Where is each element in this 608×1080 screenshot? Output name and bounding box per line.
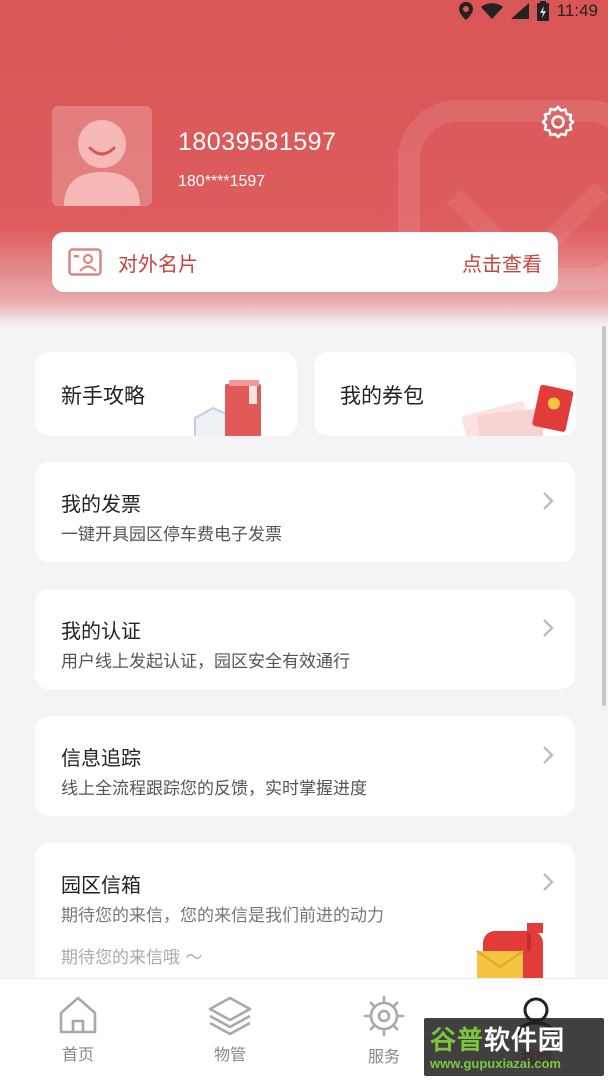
settings-gear-icon[interactable] [540, 104, 576, 140]
business-card-icon [68, 248, 102, 276]
row-subtitle: 线上全流程跟踪您的反馈，实时掌握进度 [61, 779, 367, 799]
certification-row[interactable]: 我的认证 用户线上发起认证，园区安全有效通行 [35, 589, 575, 689]
business-card-view-link[interactable]: 点击查看 [462, 248, 542, 277]
layers-icon [208, 996, 252, 1035]
service-icon [364, 996, 404, 1036]
chevron-right-icon [543, 873, 554, 891]
row-title: 信息追踪 [61, 746, 141, 770]
default-avatar-icon [64, 120, 140, 206]
battery-icon [536, 1, 549, 21]
row-title: 我的认证 [61, 619, 141, 643]
tab-home[interactable]: 首页 [38, 995, 118, 1065]
row-subtitle: 期待您的来信，您的来信是我们前进的动力 [61, 906, 384, 926]
business-card-bar[interactable]: 对外名片 点击查看 [52, 232, 558, 292]
coupon-wallet-tile[interactable]: 我的券包 [314, 352, 576, 436]
row-subtitle: 一键开具园区停车费电子发票 [61, 525, 282, 545]
coupon-icon [461, 384, 574, 436]
row-title: 我的发票 [61, 492, 141, 516]
scrollbar[interactable] [602, 326, 606, 706]
tab-label: 物管 [213, 1045, 246, 1064]
location-icon [458, 2, 473, 20]
row-subtitle: 用户线上发起认证，园区安全有效通行 [61, 652, 350, 672]
watermark-brand-white: 软件园 [484, 1026, 566, 1056]
tab-label: 服务 [367, 1047, 400, 1066]
beginner-guide-tile[interactable]: 新手攻略 [35, 352, 297, 436]
signal-icon [510, 3, 529, 19]
tab-property[interactable]: 物管 [190, 995, 270, 1065]
user-phone: 18039581597 [178, 128, 337, 156]
chevron-right-icon [543, 619, 554, 637]
park-mailbox-row[interactable]: 园区信箱 期待您的来信，您的来信是我们前进的动力 期待您的来信哦 ～ [35, 843, 575, 993]
row-subtitle-secondary: 期待您的来信哦 ～ [61, 948, 203, 968]
row-title: 园区信箱 [61, 873, 141, 897]
tab-service[interactable]: 服务 [344, 995, 424, 1067]
wifi-icon [480, 3, 503, 19]
info-tracking-row[interactable]: 信息追踪 线上全流程跟踪您的反馈，实时掌握进度 [35, 716, 575, 816]
user-phone-masked: 180****1597 [178, 173, 266, 190]
tab-label: 首页 [61, 1045, 94, 1064]
business-card-label: 对外名片 [118, 251, 198, 276]
watermark-url: www.gupuxiazai.com [430, 1056, 561, 1071]
guide-book-icon [194, 380, 261, 436]
invoice-row[interactable]: 我的发票 一键开具园区停车费电子发票 [35, 462, 575, 562]
home-icon [59, 996, 97, 1034]
avatar[interactable] [52, 106, 152, 206]
watermark-brand-green: 谷普 [430, 1026, 485, 1056]
status-bar: 11:49 [0, 0, 608, 24]
tile-title: 新手攻略 [61, 384, 145, 408]
status-time: 11:49 [556, 1, 598, 20]
chevron-right-icon [543, 492, 554, 510]
tile-title: 我的券包 [340, 384, 424, 408]
chevron-right-icon [543, 746, 554, 764]
watermark-logo: 谷普软件园 www.gupuxiazai.com [424, 1018, 604, 1076]
